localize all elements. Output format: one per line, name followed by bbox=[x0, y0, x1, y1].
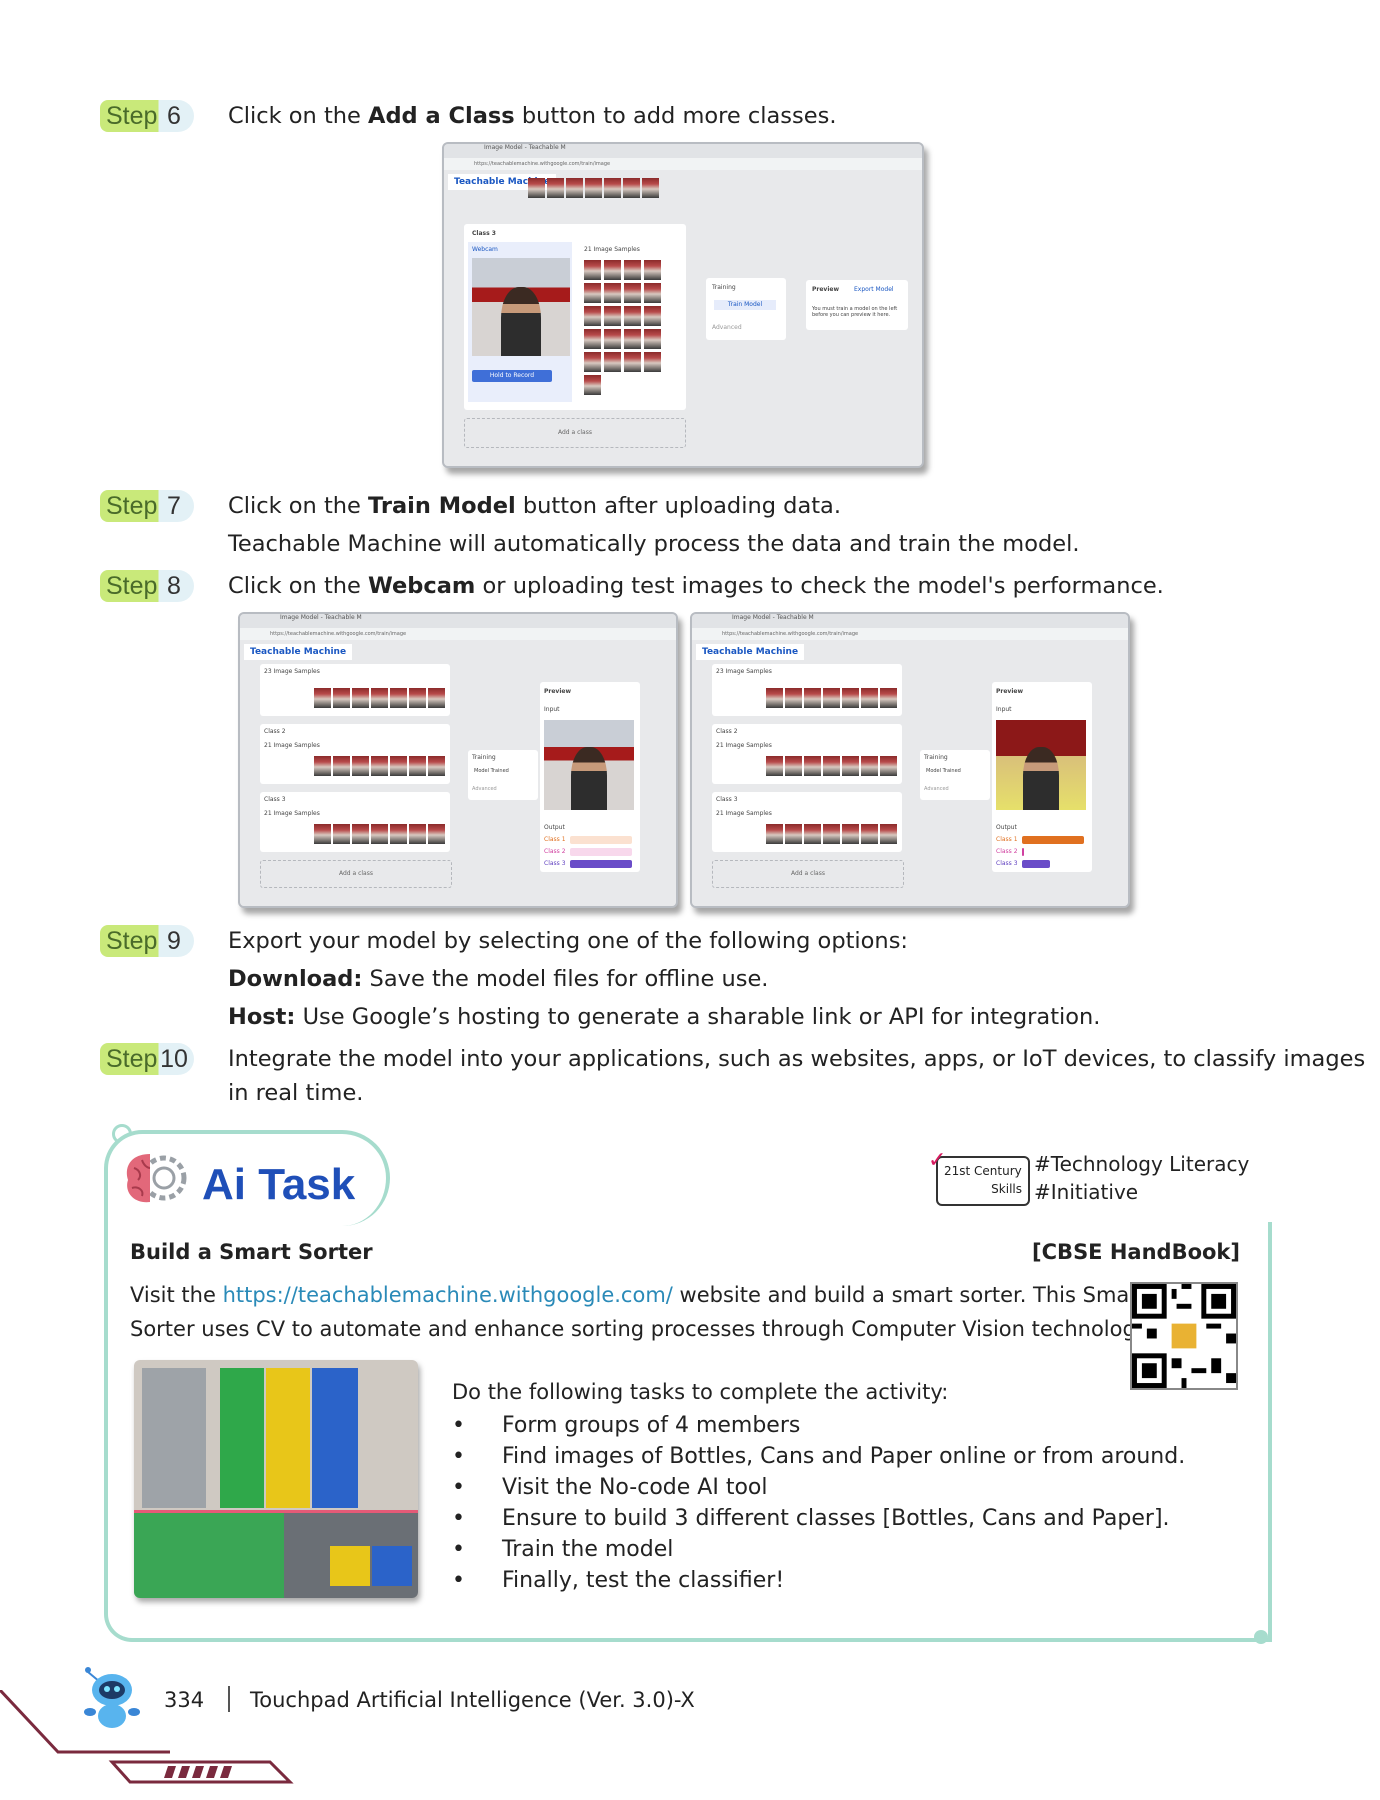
step-9-host: Host: Use Google’s hosting to generate a… bbox=[228, 1004, 1101, 1030]
task-visit-line2: Sorter uses CV to automate and enhance s… bbox=[130, 1317, 1152, 1341]
step-badge-8: Step 8 bbox=[100, 570, 194, 602]
app-title: Teachable Machine bbox=[696, 644, 805, 660]
browser-tabbar: Image Model - Teachable M bbox=[444, 144, 922, 158]
step-badge-7: Step 7 bbox=[100, 490, 194, 522]
footer-divider bbox=[228, 1686, 230, 1712]
preview-card: Preview Input Output Class 1 Class 2 Cla… bbox=[992, 682, 1092, 872]
step-badge-6: Step 6 bbox=[100, 100, 194, 132]
step-6-text: Click on the Add a Class button to add m… bbox=[228, 103, 837, 129]
step-7-text: Click on the Train Model button after up… bbox=[228, 493, 841, 519]
skill-tag-2: #Initiative bbox=[1034, 1180, 1139, 1204]
add-class-button[interactable]: Add a class bbox=[260, 860, 452, 888]
browser-urlbar: https://teachablemachine.withgoogle.com/… bbox=[444, 158, 922, 170]
training-card: Training Model Trained Advanced bbox=[920, 750, 990, 800]
step-badge-10: Step 10 bbox=[100, 1043, 194, 1075]
thumb-row bbox=[528, 178, 659, 198]
teachable-machine-link[interactable]: https://teachablemachine.withgoogle.com/ bbox=[223, 1283, 673, 1307]
page-number: 334 bbox=[164, 1688, 205, 1712]
qr-code[interactable] bbox=[1130, 1282, 1238, 1390]
step-badge-9: Step 9 bbox=[100, 925, 194, 957]
step-10-text: Integrate the model into your applicatio… bbox=[228, 1046, 1366, 1072]
preview-card: Preview Export Model You must train a mo… bbox=[806, 280, 908, 330]
skill-tag-1: #Technology Literacy bbox=[1034, 1152, 1250, 1176]
preview-card: Preview Input Output Class 1 Class 2 Cla… bbox=[540, 682, 640, 872]
class3-card: Class 3 Webcam 21 Image Samples Hold to … bbox=[464, 224, 686, 410]
training-card: Training Train Model Advanced bbox=[706, 278, 786, 340]
recycling-bins-photo bbox=[134, 1360, 418, 1598]
class2-card: Class 2 21 Image Samples bbox=[260, 724, 450, 784]
class1-card: 23 Image Samples bbox=[712, 664, 902, 716]
class1-card: 23 Image Samples bbox=[260, 664, 450, 716]
screenshot-preview-class1: Image Model - Teachable M https://teacha… bbox=[690, 612, 1130, 908]
add-class-button[interactable]: Add a class bbox=[464, 418, 686, 448]
task-source: [CBSE HandBook] bbox=[1032, 1240, 1240, 1264]
webcam-preview bbox=[472, 258, 570, 356]
step-7-line2: Teachable Machine will automatically pro… bbox=[228, 531, 1080, 557]
ai-task-title: Ai Task bbox=[202, 1160, 356, 1209]
frame-end-dot bbox=[1254, 1630, 1268, 1644]
screenshot-add-class: Image Model - Teachable M https://teacha… bbox=[442, 142, 924, 468]
app-title: Teachable Machine bbox=[244, 644, 353, 660]
task-intro: Do the following tasks to complete the a… bbox=[452, 1380, 949, 1404]
century-skills-badge: 21st Century Skills bbox=[936, 1156, 1030, 1206]
training-card: Training Model Trained Advanced bbox=[468, 750, 538, 800]
webcam-preview bbox=[996, 720, 1086, 810]
class3-card: Class 3 21 Image Samples bbox=[260, 792, 450, 852]
sample-grid bbox=[584, 260, 674, 395]
task-heading: Build a Smart Sorter bbox=[130, 1240, 373, 1264]
hold-to-record-button[interactable]: Hold to Record bbox=[472, 370, 552, 382]
step-9-text: Export your model by selecting one of th… bbox=[228, 928, 908, 954]
book-title: Touchpad Artificial Intelligence (Ver. 3… bbox=[250, 1688, 695, 1712]
screenshot-preview-class3: Image Model - Teachable M https://teacha… bbox=[238, 612, 678, 908]
step-8-text: Click on the Webcam or uploading test im… bbox=[228, 573, 1164, 599]
brain-gear-icon bbox=[120, 1146, 188, 1210]
class2-card: Class 2 21 Image Samples bbox=[712, 724, 902, 784]
webcam-preview bbox=[544, 720, 634, 810]
robot-mascot-icon bbox=[78, 1664, 144, 1734]
checkmark-icon: ✓ bbox=[928, 1148, 947, 1173]
train-model-button[interactable]: Train Model bbox=[714, 300, 776, 310]
task-visit-line: Visit the https://teachablemachine.withg… bbox=[130, 1283, 1147, 1307]
class3-card: Class 3 21 Image Samples bbox=[712, 792, 902, 852]
add-class-button[interactable]: Add a class bbox=[712, 860, 904, 888]
step-9-download: Download: Save the model files for offli… bbox=[228, 966, 769, 992]
step-10-line2: in real time. bbox=[228, 1080, 364, 1106]
export-model-button[interactable]: Export Model bbox=[854, 286, 894, 293]
